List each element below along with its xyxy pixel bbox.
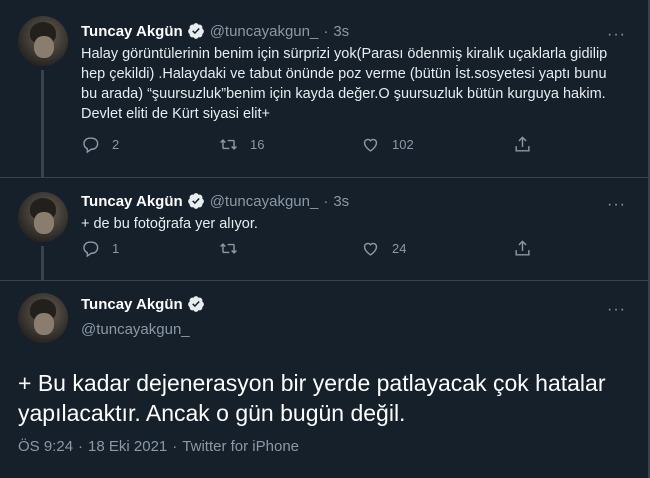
reply-count: 1 (112, 240, 120, 256)
retweet-icon (220, 242, 237, 254)
author-name[interactable]: Tuncay Akgün (81, 193, 183, 210)
reply-button[interactable]: 1 (81, 239, 119, 258)
tweet-header: Tuncay Akgün @tuncayakgun_ · 3s (81, 192, 349, 210)
more-icon[interactable]: ··· (607, 196, 626, 214)
share-icon (515, 239, 530, 256)
share-button[interactable] (513, 135, 532, 154)
verified-icon (187, 193, 204, 209)
tweet-time[interactable]: 3s (333, 193, 349, 210)
tweet-header: Tuncay Akgün @tuncayakgun_ · 3s (81, 22, 349, 40)
retweet-icon (220, 138, 237, 150)
verified-icon (187, 296, 204, 312)
tweet-time[interactable]: 3s (333, 23, 349, 40)
avatar[interactable] (18, 16, 68, 66)
tweet-date[interactable]: 18 Eki 2021 (88, 438, 167, 455)
share-button[interactable] (513, 239, 532, 258)
main-tweet-text: + Bu kadar dejenerasyon bir yerde patlay… (18, 370, 606, 426)
author-handle[interactable]: @tuncayakgun_ (210, 193, 319, 210)
like-count: 102 (392, 136, 414, 152)
retweet-count: 16 (250, 136, 265, 152)
reply-button[interactable]: 2 (81, 135, 119, 154)
verified-icon (187, 23, 204, 39)
tweet-1[interactable]: Tuncay Akgün @tuncayakgun_ · 3s ··· Hala… (0, 0, 648, 178)
avatar[interactable] (18, 293, 68, 343)
tweet-text: + de bu fotoğrafa yer alıyor. (81, 216, 258, 232)
thread-line (41, 70, 44, 178)
more-icon[interactable]: ··· (607, 301, 626, 319)
share-icon (515, 135, 530, 152)
tweet-2[interactable]: Tuncay Akgün @tuncayakgun_ · 3s ··· + de… (0, 178, 648, 281)
tweet-text: Halay görüntülerinin benim için sürprizi… (81, 46, 608, 122)
dot-separator: · (323, 192, 329, 210)
reply-icon (83, 136, 99, 153)
reply-icon (83, 240, 99, 257)
author-name[interactable]: Tuncay Akgün (81, 296, 183, 313)
tweet-meta: ÖS 9:24 · 18 Eki 2021 · Twitter for iPhone (18, 438, 299, 455)
retweet-button[interactable] (219, 239, 250, 258)
like-count: 24 (392, 240, 407, 256)
reply-count: 2 (112, 136, 120, 152)
tweet-header: Tuncay Akgün (81, 295, 205, 313)
thread-line (41, 246, 44, 281)
dot-separator: · (323, 22, 329, 40)
tweet-source[interactable]: Twitter for iPhone (182, 438, 299, 455)
separator: · (78, 438, 84, 455)
tweet-time[interactable]: ÖS 9:24 (18, 438, 73, 455)
retweet-button[interactable]: 16 (219, 135, 264, 154)
separator: · (172, 438, 178, 455)
author-handle[interactable]: @tuncayakgun_ (210, 23, 319, 40)
author-handle[interactable]: @tuncayakgun_ (81, 321, 190, 338)
more-icon[interactable]: ··· (607, 26, 626, 44)
avatar[interactable] (18, 192, 68, 242)
like-icon (363, 138, 378, 152)
like-icon (363, 242, 378, 256)
main-tweet: Tuncay Akgün @tuncayakgun_ ··· + Bu kada… (0, 281, 648, 478)
like-button[interactable]: 24 (361, 239, 406, 258)
author-name[interactable]: Tuncay Akgün (81, 23, 183, 40)
like-button[interactable]: 102 (361, 135, 414, 154)
